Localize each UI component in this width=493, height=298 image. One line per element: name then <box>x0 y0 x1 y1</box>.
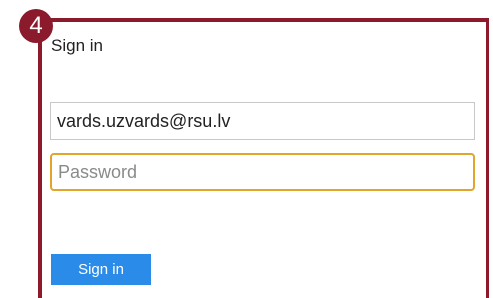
sign-in-button[interactable]: Sign in <box>51 254 151 285</box>
password-field[interactable]: Password <box>50 153 475 191</box>
step-number-badge: 4 <box>19 9 53 43</box>
page-title: Sign in <box>51 36 103 55</box>
email-field[interactable]: vards.uzvards@rsu.lv <box>50 102 475 140</box>
sign-in-screen: 4 Sign in vards.uzvards@rsu.lv Password … <box>0 0 493 298</box>
